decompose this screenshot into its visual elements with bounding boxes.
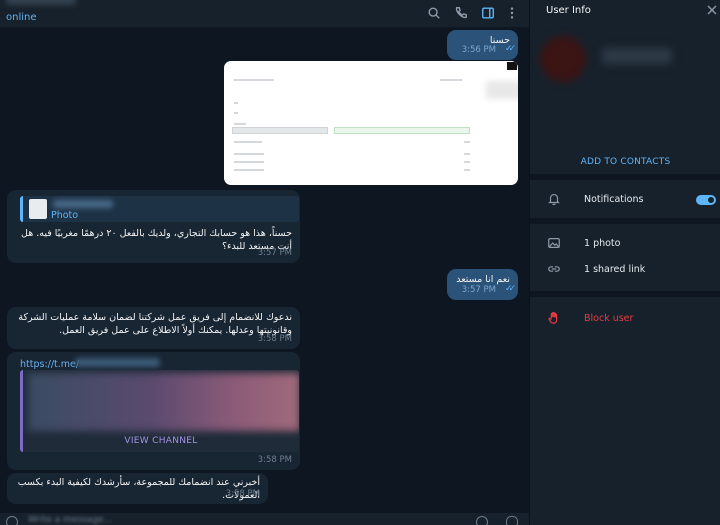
message-incoming-link[interactable]: https://t.me/ VIEW CHANNEL 3:58 PM (7, 352, 300, 470)
reply-author-blurred (53, 200, 113, 208)
message-text: حسناً، هذا هو حسابك التجاري، ولديك بالفع… (21, 228, 292, 252)
block-user-label: Block user (584, 313, 634, 324)
message-time: 3:56 PM (461, 45, 496, 55)
message-time: 3:58 PM (257, 334, 292, 344)
shared-links-row[interactable]: 1 shared link (530, 259, 720, 281)
message-incoming[interactable]: Photo حسناً، هذا هو حسابك التجاري، ولديك… (7, 190, 300, 263)
user-name-blurred (602, 48, 672, 64)
avatar[interactable] (540, 36, 586, 82)
message-text: ندعوك للانضمام إلى فريق عمل شركتنا لضمان… (18, 312, 292, 336)
block-user-row[interactable]: Block user (530, 308, 720, 330)
photo-icon (548, 238, 560, 248)
peer-name-blurred[interactable] (6, 0, 76, 5)
emoji-icon[interactable] (476, 516, 488, 525)
photo-message[interactable] (224, 61, 518, 185)
user-info-panel: User Info ADD TO CONTACTS Notifications … (529, 0, 720, 525)
shared-link-count: 1 shared link (584, 264, 646, 275)
message-time: 3:57 PM (461, 285, 496, 295)
link-icon (548, 266, 560, 272)
notifications-toggle[interactable] (696, 195, 716, 205)
reply-thumbnail (29, 199, 47, 219)
preview-image-blurred (28, 373, 299, 431)
notifications-row[interactable]: Notifications (530, 189, 720, 211)
more-vertical-icon[interactable] (503, 4, 521, 22)
message-time: 3:57 PM (257, 248, 292, 258)
sidebar-toggle-icon[interactable] (479, 4, 497, 22)
hand-stop-icon (548, 311, 558, 324)
peer-status: online (6, 12, 37, 23)
search-icon[interactable] (425, 4, 443, 22)
reply-label: Photo (51, 210, 79, 221)
phone-icon[interactable] (452, 4, 470, 22)
read-checks-icon: ✓✓ (504, 44, 516, 54)
photo-blurred-region (486, 81, 518, 99)
message-input[interactable]: Write a message... (28, 515, 112, 525)
reply-quote[interactable]: Photo (20, 196, 299, 222)
panel-title: User Info (546, 5, 591, 16)
message-list[interactable]: حسنا 3:56 PM ✓✓ Photo حسناً، هذا هو حساب… (0, 28, 529, 513)
media-photos-row[interactable]: 1 photo (530, 233, 720, 255)
divider (530, 174, 720, 180)
message-outgoing[interactable]: نعم انا مستعد 3:57 PM ✓✓ (447, 269, 518, 300)
view-channel-button[interactable]: VIEW CHANNEL (23, 435, 299, 448)
message-text: أخبرني عند انضمامك للمجموعة، سأرشدك لكيف… (17, 477, 260, 501)
message-incoming[interactable]: أخبرني عند انضمامك للمجموعة، سأرشدك لكيف… (7, 473, 268, 504)
bell-icon (548, 194, 560, 206)
attach-icon[interactable] (6, 516, 18, 525)
message-time: 3:58 PM (257, 455, 292, 465)
chat-area: online حسنا 3:56 PM ✓✓ Photo حسناً، هذا … (0, 0, 529, 525)
notifications-label: Notifications (584, 194, 644, 205)
divider (530, 218, 720, 224)
message-outgoing[interactable]: حسنا 3:56 PM ✓✓ (447, 30, 518, 60)
divider (530, 291, 720, 297)
message-incoming[interactable]: ندعوك للانضمام إلى فريق عمل شركتنا لضمان… (7, 307, 300, 349)
photo-count: 1 photo (584, 238, 621, 249)
read-checks-icon: ✓✓ (504, 284, 516, 294)
link-preview[interactable]: VIEW CHANNEL (20, 370, 299, 452)
add-to-contacts-button[interactable]: ADD TO CONTACTS (530, 157, 720, 167)
link-blurred (75, 358, 160, 367)
photo-logo (507, 62, 517, 70)
message-time: 3:58 PM (225, 489, 260, 499)
microphone-icon[interactable] (506, 516, 518, 525)
chat-header: online (0, 0, 529, 28)
close-icon[interactable] (706, 4, 718, 16)
message-composer[interactable]: Write a message... (0, 513, 529, 525)
